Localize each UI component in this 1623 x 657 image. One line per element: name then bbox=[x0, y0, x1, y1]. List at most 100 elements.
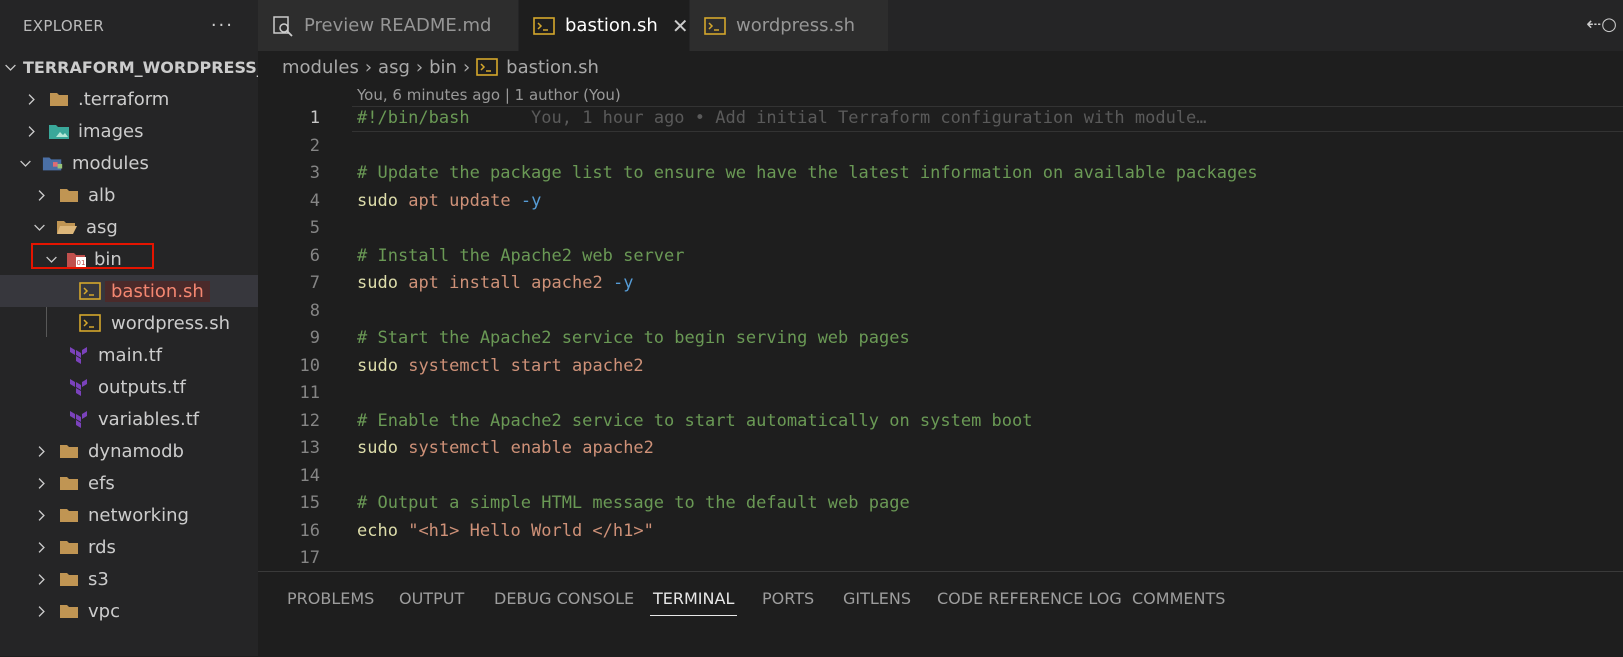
tree-item-s3[interactable]: s3 bbox=[0, 563, 258, 595]
code-line-16[interactable]: echo "<h1> Hello World </h1>" bbox=[357, 521, 654, 541]
code-line-9[interactable]: # Start the Apache2 service to begin ser… bbox=[357, 328, 910, 348]
tree-item-images[interactable]: images bbox=[0, 115, 258, 147]
tree-item-asg[interactable]: asg bbox=[0, 211, 258, 243]
code-token: start bbox=[510, 356, 562, 376]
tab-preview-readme[interactable]: Preview README.md bbox=[258, 0, 518, 51]
breadcrumb-item[interactable]: bin bbox=[429, 57, 457, 78]
tree-item-main-tf[interactable]: main.tf bbox=[0, 339, 258, 371]
terraform-icon bbox=[67, 377, 89, 397]
terraform-icon bbox=[67, 409, 89, 429]
tree-item-dynamodb[interactable]: dynamodb bbox=[0, 435, 258, 467]
tab-bastion-sh[interactable]: bastion.sh ✕ bbox=[519, 0, 689, 51]
images-folder-icon bbox=[48, 121, 70, 141]
line-number: 10 bbox=[299, 356, 320, 376]
tree-item-label: modules bbox=[72, 152, 149, 174]
inline-blame: You, 1 hour ago • Add initial Terraform … bbox=[531, 108, 1207, 128]
tree-item-label: alb bbox=[88, 184, 116, 206]
panel-tab-ports[interactable]: PORTS bbox=[762, 589, 814, 608]
workspace-root[interactable]: TERRAFORM_WORDPRESS_A... bbox=[0, 51, 258, 83]
panel-tab-problems[interactable]: PROBLEMS bbox=[287, 589, 374, 608]
chevron-right-icon: › bbox=[364, 56, 373, 78]
code-line-7[interactable]: sudo apt install apache2 -y bbox=[357, 273, 633, 293]
chevron-right-icon bbox=[34, 540, 48, 554]
folder-icon bbox=[58, 185, 80, 205]
tree-item-label: efs bbox=[88, 472, 115, 494]
code-token: #!/bin/bash bbox=[357, 108, 470, 128]
chevron-right-icon bbox=[24, 92, 38, 106]
tree-item-label: bastion.sh bbox=[105, 280, 210, 302]
code-token: update bbox=[449, 191, 511, 211]
tree-item-networking[interactable]: networking bbox=[0, 499, 258, 531]
code-token: -y bbox=[612, 273, 634, 293]
panel-tab-code-reference-log[interactable]: CODE REFERENCE LOG bbox=[937, 589, 1122, 608]
panel-tab-terminal[interactable]: TERMINAL bbox=[649, 589, 738, 616]
code-token: # Output a simple HTML message to the de… bbox=[357, 493, 910, 513]
terraform-icon bbox=[67, 345, 89, 365]
tree-item-terraform[interactable]: .terraform bbox=[0, 83, 258, 115]
modules-folder-icon bbox=[42, 153, 64, 173]
chevron-down-icon bbox=[32, 220, 46, 234]
panel-tabs: PROBLEMS OUTPUT DEBUG CONSOLE TERMINAL P… bbox=[258, 571, 1623, 657]
code-line-12[interactable]: # Enable the Apache2 service to start au… bbox=[357, 411, 1033, 431]
tab-wordpress-sh[interactable]: wordpress.sh bbox=[690, 0, 888, 51]
folder-open-icon bbox=[56, 217, 78, 237]
shell-script-icon bbox=[79, 313, 101, 333]
chevron-right-icon bbox=[34, 476, 48, 490]
panel-tab-gitlens[interactable]: GITLENS bbox=[843, 589, 911, 608]
code-line-1[interactable]: #!/bin/bash You, 1 hour ago • Add initia… bbox=[357, 108, 1207, 128]
line-number: 1 bbox=[309, 108, 320, 128]
breadcrumb-item[interactable]: modules bbox=[282, 57, 359, 78]
tree-item-label: s3 bbox=[88, 568, 109, 590]
chevron-right-icon bbox=[34, 444, 48, 458]
line-number: 7 bbox=[309, 273, 320, 293]
explorer-sidebar: EXPLORER ··· TERRAFORM_WORDPRESS_A... .t… bbox=[0, 0, 258, 656]
tree-item-label: rds bbox=[88, 536, 116, 558]
tree-item-rds[interactable]: rds bbox=[0, 531, 258, 563]
code-token: install bbox=[449, 273, 521, 293]
code-line-4[interactable]: sudo apt update -y bbox=[357, 191, 541, 211]
panel-tab-output[interactable]: OUTPUT bbox=[399, 589, 464, 608]
more-actions-icon[interactable]: ··· bbox=[211, 15, 234, 36]
tree-item-label: asg bbox=[86, 216, 118, 238]
panel-tab-comments[interactable]: COMMENTS bbox=[1132, 589, 1225, 608]
code-token: apt bbox=[408, 191, 439, 211]
go-back-icon[interactable]: ⇠○ bbox=[1586, 14, 1617, 35]
code-line-15[interactable]: # Output a simple HTML message to the de… bbox=[357, 493, 910, 513]
tree-item-variables-tf[interactable]: variables.tf bbox=[0, 403, 258, 435]
breadcrumb-item[interactable]: asg bbox=[378, 57, 410, 78]
close-icon[interactable]: ✕ bbox=[672, 14, 689, 38]
code-token: sudo bbox=[357, 273, 398, 293]
chevron-right-icon: › bbox=[462, 56, 471, 78]
tree-item-label: images bbox=[78, 120, 144, 142]
tab-label: Preview README.md bbox=[304, 15, 492, 36]
line-number: 5 bbox=[309, 218, 320, 238]
tree-item-label: main.tf bbox=[98, 344, 163, 366]
tree-item-wordpress-sh[interactable]: wordpress.sh bbox=[0, 307, 258, 339]
tree-item-label: dynamodb bbox=[88, 440, 184, 462]
folder-icon bbox=[58, 569, 80, 589]
preview-icon bbox=[272, 15, 294, 37]
folder-icon bbox=[58, 505, 80, 525]
line-number: 16 bbox=[299, 521, 320, 541]
code-token: -y bbox=[520, 191, 542, 211]
tree-item-vpc[interactable]: vpc bbox=[0, 595, 258, 627]
tree-item-alb[interactable]: alb bbox=[0, 179, 258, 211]
tree-item-label: .terraform bbox=[78, 88, 170, 110]
breadcrumb-item[interactable]: bastion.sh bbox=[506, 57, 599, 78]
codelens-blame[interactable]: You, 6 minutes ago | 1 author (You) bbox=[357, 86, 621, 104]
tree-item-modules[interactable]: modules bbox=[0, 147, 258, 179]
code-line-10[interactable]: sudo systemctl start apache2 bbox=[357, 356, 644, 376]
chevron-right-icon bbox=[34, 604, 48, 618]
line-number: 4 bbox=[309, 191, 320, 211]
code-token: sudo bbox=[357, 191, 398, 211]
code-line-6[interactable]: # Install the Apache2 web server bbox=[357, 246, 685, 266]
code-line-3[interactable]: # Update the package list to ensure we h… bbox=[357, 163, 1258, 183]
line-number: 11 bbox=[299, 383, 320, 403]
tree-item-outputs-tf[interactable]: outputs.tf bbox=[0, 371, 258, 403]
panel-tab-debug-console[interactable]: DEBUG CONSOLE bbox=[494, 589, 634, 608]
folder-icon bbox=[58, 441, 80, 461]
tree-item-label: vpc bbox=[88, 600, 120, 622]
code-line-13[interactable]: sudo systemctl enable apache2 bbox=[357, 438, 654, 458]
tree-item-efs[interactable]: efs bbox=[0, 467, 258, 499]
tree-item-bastion-sh[interactable]: bastion.sh bbox=[0, 275, 258, 307]
